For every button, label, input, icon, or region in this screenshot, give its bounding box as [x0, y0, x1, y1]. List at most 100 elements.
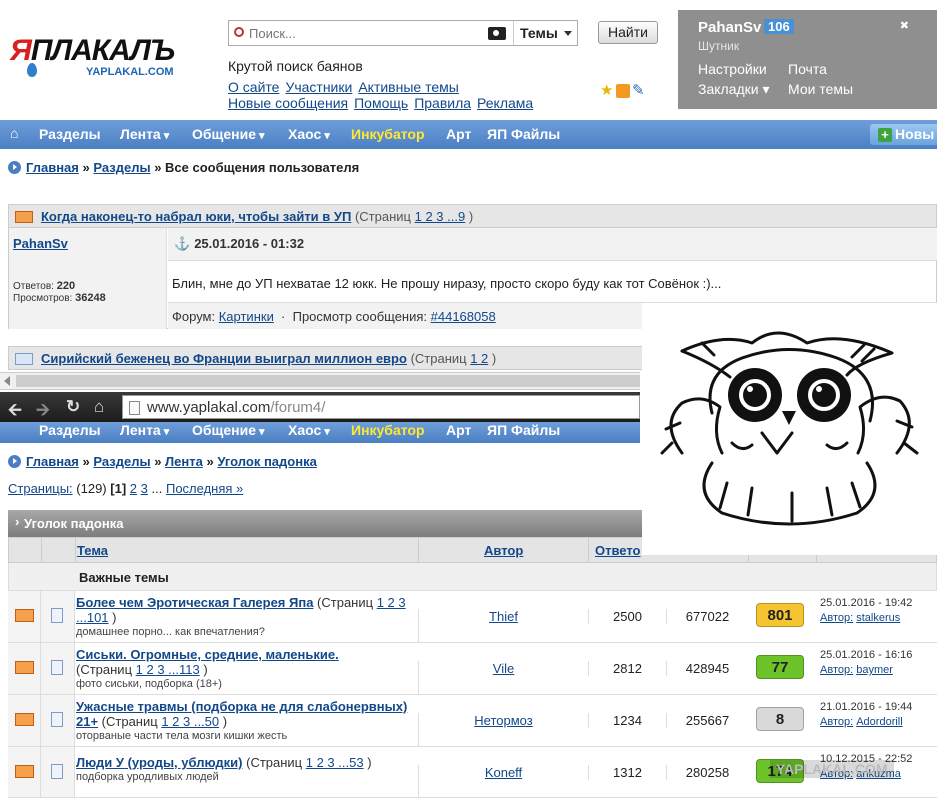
crumb-forum[interactable]: Уголок падонка [217, 454, 316, 469]
row-rating-badge: 801 [756, 603, 804, 627]
topic-pages-link[interactable]: 1 2 3 ...9 [415, 209, 466, 224]
reputation-badge[interactable]: 106 [764, 19, 794, 34]
address-bar[interactable]: www.yaplakal.com/forum4/ [122, 395, 640, 419]
topic-pages: (Страниц 1 2 3 ...9 ) [354, 209, 474, 224]
col-replies[interactable]: Ответо [595, 543, 641, 558]
row-author[interactable]: Koneff [418, 765, 588, 798]
view-label: Просмотр сообщения: [292, 309, 428, 324]
link-new-messages[interactable]: Новые сообщения [228, 95, 348, 111]
envelope-icon [15, 713, 34, 726]
last-page-link[interactable]: Последняя » [166, 481, 243, 496]
nav-incubator[interactable]: Инкубатор [351, 126, 425, 142]
nav-talk[interactable]: Общение [192, 126, 265, 142]
link-bookmarks[interactable]: Закладки ▾ [698, 81, 770, 98]
col-author[interactable]: Автор [484, 543, 523, 558]
nav-files[interactable]: ЯП Файлы [487, 422, 560, 438]
row-title-link[interactable]: Более чем Эротическая Галерея Япа [76, 595, 313, 610]
nav-sections[interactable]: Разделы [39, 126, 101, 142]
row-last-author[interactable]: Adordorill [856, 716, 902, 728]
link-mail[interactable]: Почта [788, 61, 827, 77]
chevron-down-icon [564, 31, 572, 40]
scroll-left-icon[interactable] [4, 376, 10, 386]
row-desc: подборка уродливых людей [76, 771, 219, 783]
camera-icon[interactable] [488, 27, 506, 40]
link-settings[interactable]: Настройки [698, 61, 767, 77]
link-ads[interactable]: Реклама [477, 95, 533, 111]
new-topic-button[interactable]: + Новы [870, 124, 937, 145]
link-about[interactable]: О сайте [228, 79, 279, 95]
rss-icon[interactable] [616, 83, 630, 98]
forum-link[interactable]: Картинки [219, 309, 274, 324]
row-title-link[interactable]: Сиськи. Огромные, средние, маленькие. [76, 647, 339, 662]
nav-sections[interactable]: Разделы [39, 422, 101, 438]
topic-pages-link[interactable]: 1 2 [470, 351, 488, 366]
exit-icon[interactable]: ✖ [900, 19, 909, 32]
new-topic-label: Новы [895, 126, 935, 142]
row-replies: 1234 [588, 713, 666, 728]
row-last-author[interactable]: baymer [856, 664, 893, 676]
topic-title-link[interactable]: Сирийский беженец во Франции выиграл мил… [41, 351, 407, 366]
search-icon [234, 27, 244, 37]
search-scope-select[interactable]: Темы [513, 21, 578, 45]
crumb-current: Все сообщения пользователя [165, 160, 360, 175]
nav-chaos[interactable]: Хаос [288, 126, 330, 142]
post-author[interactable]: PahanSv [13, 236, 68, 251]
scroll-thumb[interactable] [16, 375, 640, 387]
crumb-home[interactable]: Главная [26, 454, 79, 469]
bullet-icon [8, 455, 21, 468]
crumb-sections[interactable]: Разделы [93, 160, 150, 175]
nav-incubator[interactable]: Инкубатор [351, 422, 425, 438]
star-icon[interactable]: ★ [600, 83, 614, 98]
nav-art[interactable]: Арт [446, 126, 471, 142]
search-box: Темы [228, 20, 578, 46]
crumb-home[interactable]: Главная [26, 160, 79, 175]
page-3-link[interactable]: 3 [141, 481, 148, 496]
col-topic[interactable]: Тема [77, 543, 108, 558]
row-last-author[interactable]: stalkerus [856, 612, 900, 624]
forum-label: Форум: [172, 309, 216, 324]
row-views: 255667 [666, 713, 748, 728]
nav-art[interactable]: Арт [446, 422, 471, 438]
nav-feed[interactable]: Лента [120, 422, 169, 438]
site-logo[interactable]: ЯПЛАКАЛЪ YAPLAKAL.COM [10, 30, 210, 85]
envelope-icon [15, 765, 34, 778]
link-active-topics[interactable]: Активные темы [358, 79, 459, 95]
row-title-link[interactable]: Люди У (уроды, ублюдки) [76, 755, 243, 770]
row-pages-link[interactable]: 1 2 3 ...50 [161, 714, 219, 729]
search-button[interactable]: Найти [598, 21, 658, 44]
page-2-link[interactable]: 2 [130, 481, 137, 496]
row-topic: Более чем Эротическая Галерея Япа (Стран… [76, 595, 416, 640]
nav-chaos[interactable]: Хаос [288, 422, 330, 438]
anchor-icon[interactable]: ⚓ [174, 236, 190, 251]
bullet-icon [8, 161, 21, 174]
top-links-row-2: Новые сообщения Помощь Правила Реклама [228, 95, 539, 111]
username[interactable]: PahanSv [698, 19, 761, 36]
crumb-sep: » [206, 454, 214, 469]
link-my-topics[interactable]: Мои темы [788, 81, 853, 97]
pages-label[interactable]: Страницы: [8, 481, 73, 496]
horizontal-scrollbar[interactable] [0, 372, 640, 390]
crumb-sep: » [82, 160, 90, 175]
view-post-link[interactable]: #44168058 [431, 309, 496, 324]
topic-title-link[interactable]: Когда наконец-то набрал юки, чтобы зайти… [41, 209, 351, 224]
nav-talk[interactable]: Общение [192, 422, 265, 438]
link-members[interactable]: Участники [285, 79, 352, 95]
crumb-sep: » [154, 160, 162, 175]
row-pages-link[interactable]: 1 2 3 ...53 [306, 755, 364, 770]
row-pages-link[interactable]: 1 2 3 ...113 [136, 662, 200, 677]
link-help[interactable]: Помощь [354, 95, 408, 111]
envelope-icon [15, 609, 34, 622]
crumb-sections[interactable]: Разделы [93, 454, 150, 469]
pen-icon[interactable]: ✎ [632, 83, 646, 98]
link-rules[interactable]: Правила [414, 95, 471, 111]
reload-icon[interactable]: ↻ [66, 397, 80, 417]
current-page: [1] [110, 481, 127, 496]
search-input[interactable] [249, 24, 489, 42]
table-row: Сиськи. Огромные, средние, маленькие. (Ст… [8, 643, 937, 712]
home-icon[interactable]: ⌂ [10, 125, 18, 141]
crumb-feed[interactable]: Лента [165, 454, 203, 469]
nav-files[interactable]: ЯП Файлы [487, 126, 560, 142]
post-date: 25.01.2016 - 01:32 [194, 236, 305, 251]
nav-feed[interactable]: Лента [120, 126, 169, 142]
home-icon[interactable]: ⌂ [94, 397, 104, 417]
